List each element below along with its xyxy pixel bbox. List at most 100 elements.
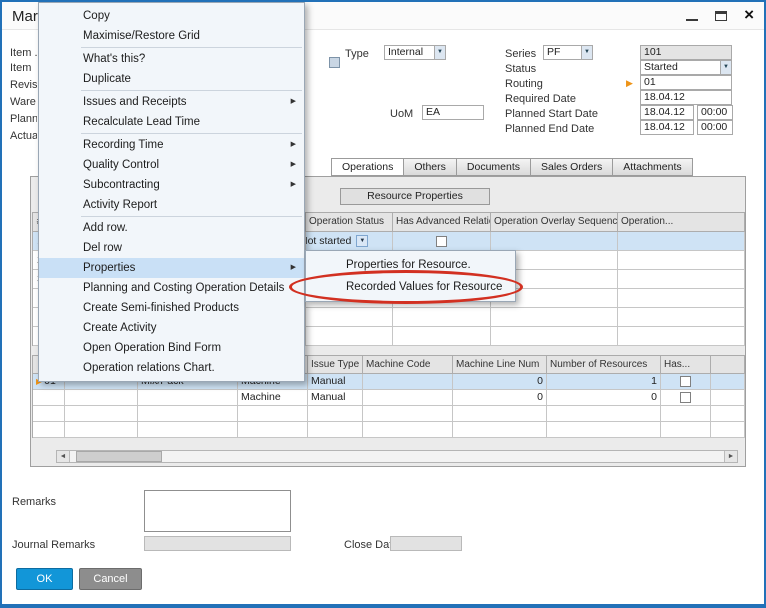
cell xyxy=(238,406,308,422)
cell xyxy=(65,406,138,422)
close-icon[interactable]: × xyxy=(744,6,754,23)
operation-status-cell[interactable]: Not started ▼ xyxy=(306,232,393,251)
menu-item-create-semi-finished-products[interactable]: Create Semi-finished Products xyxy=(39,298,304,318)
type-select[interactable]: Internal ▼ xyxy=(384,45,446,60)
required-date-field[interactable]: 18.04.12 xyxy=(640,90,732,105)
menu-item-copy[interactable]: Copy xyxy=(39,6,304,26)
tab-documents[interactable]: Documents xyxy=(456,158,531,176)
cell xyxy=(308,406,363,422)
document-number-field[interactable]: 101 xyxy=(640,45,732,60)
horizontal-scrollbar[interactable]: ◄ ► xyxy=(56,450,738,463)
menu-item-recording-time[interactable]: Recording Time ▶ xyxy=(39,135,304,155)
resources-empty-row[interactable] xyxy=(33,406,745,422)
menu-item-activity-report[interactable]: Activity Report xyxy=(39,195,304,215)
menu-item-operation-relations-chart[interactable]: Operation relations Chart. xyxy=(39,358,304,378)
cancel-button[interactable]: Cancel xyxy=(79,568,142,590)
menu-item-del-row[interactable]: Del row xyxy=(39,238,304,258)
series-value: PF xyxy=(547,46,561,58)
properties-submenu: Properties for Resource. Recorded Values… xyxy=(305,250,516,302)
menu-item-duplicate[interactable]: Duplicate xyxy=(39,69,304,89)
submenu-item-recorded-values-for-resource[interactable]: Recorded Values for Resource xyxy=(306,276,515,298)
menu-item-quality-control[interactable]: Quality Control ▶ xyxy=(39,155,304,175)
menu-item-issues-and-receipts[interactable]: Issues and Receipts ▶ xyxy=(39,92,304,112)
number-of-resources-cell: 1 xyxy=(547,374,661,390)
menu-item-add-row[interactable]: Add row. xyxy=(39,218,304,238)
menu-item-whats-this[interactable]: What's this? xyxy=(39,49,304,69)
window-controls: × xyxy=(686,6,754,23)
menu-item-maximise-restore-grid[interactable]: Maximise/Restore Grid xyxy=(39,26,304,46)
revision-label: Revis xyxy=(10,79,37,91)
required-date-label: Required Date xyxy=(505,93,576,105)
status-select[interactable]: Started ▼ xyxy=(640,60,732,75)
planned-end-label: Planned End Date xyxy=(505,123,595,135)
cell xyxy=(491,308,618,327)
planned-end-date-field[interactable]: 18.04.12 xyxy=(640,120,694,135)
menu-separator xyxy=(81,90,302,91)
cell xyxy=(711,390,745,406)
subtab-resource-properties[interactable]: Resource Properties xyxy=(340,188,490,205)
planned-end-time-field[interactable]: 00:00 xyxy=(697,120,733,135)
uom-label: UoM xyxy=(390,108,414,120)
tab-operations[interactable]: Operations xyxy=(331,158,405,176)
ok-button[interactable]: OK xyxy=(16,568,73,590)
cell xyxy=(33,390,65,406)
uom-field[interactable]: EA xyxy=(422,105,484,120)
journal-remarks-field xyxy=(144,536,291,551)
col-header-operation-status: Operation Status xyxy=(306,213,393,232)
remarks-input[interactable] xyxy=(144,490,291,532)
col-header-has-advanced-relation: Has Advanced Relation xyxy=(393,213,491,232)
cell xyxy=(491,232,618,251)
menu-separator xyxy=(81,133,302,134)
scroll-right-icon[interactable]: ► xyxy=(724,451,737,462)
cell xyxy=(618,232,745,251)
menu-item-create-activity[interactable]: Create Activity xyxy=(39,318,304,338)
tab-sales-orders[interactable]: Sales Orders xyxy=(531,158,614,176)
series-select[interactable]: PF ▼ xyxy=(543,45,593,60)
cell xyxy=(306,327,393,346)
cell xyxy=(238,422,308,438)
resources-empty-row[interactable] xyxy=(33,422,745,438)
resources-row-2[interactable]: Machine Manual 0 0 xyxy=(33,390,745,406)
machine-line-num-cell: 0 xyxy=(453,390,547,406)
checkbox[interactable] xyxy=(680,391,691,403)
minimize-icon[interactable] xyxy=(686,18,699,21)
menu-item-subcontracting[interactable]: Subcontracting ▶ xyxy=(39,175,304,195)
menu-item-planning-and-costing-operation-details[interactable]: Planning and Costing Operation Details xyxy=(39,278,304,298)
menu-item-open-operation-bind-form[interactable]: Open Operation Bind Form xyxy=(39,338,304,358)
chevron-down-icon[interactable]: ▼ xyxy=(434,46,445,59)
scroll-left-icon[interactable]: ◄ xyxy=(57,451,70,462)
planned-start-time-field[interactable]: 00:00 xyxy=(697,105,733,120)
production-order-window: Mar × Item . Item Revis Ware Plann Actua… xyxy=(0,0,766,608)
checkbox[interactable] xyxy=(436,235,447,247)
cell xyxy=(306,308,393,327)
menu-item-properties[interactable]: Properties ▶ xyxy=(39,258,304,278)
context-menu: Copy Maximise/Restore Grid What's this? … xyxy=(38,2,305,382)
submenu-arrow-icon: ▶ xyxy=(290,181,296,188)
submenu-item-properties-for-resource[interactable]: Properties for Resource. xyxy=(306,254,515,276)
chevron-down-icon[interactable]: ▼ xyxy=(581,46,592,59)
menu-item-recalculate-lead-time[interactable]: Recalculate Lead Time xyxy=(39,112,304,132)
tab-attachments[interactable]: Attachments xyxy=(613,158,693,176)
col-header-operation-overlay-sequence: Operation Overlay Sequence xyxy=(491,213,618,232)
issue-type-cell: Manual xyxy=(308,374,363,390)
dropdown-button[interactable]: ▼ xyxy=(356,235,369,248)
maximize-icon[interactable] xyxy=(715,11,728,21)
actual-label: Actua xyxy=(10,130,37,142)
machine-code-cell xyxy=(363,390,453,406)
has-advanced-relation-cell xyxy=(393,232,491,251)
detail-icon[interactable] xyxy=(329,57,340,68)
scrollbar-thumb[interactable] xyxy=(76,451,162,462)
number-of-resources-cell: 0 xyxy=(547,390,661,406)
planned-start-date-field[interactable]: 18.04.12 xyxy=(640,105,694,120)
type-label: Type xyxy=(345,48,369,60)
issue-type-cell: Manual xyxy=(308,390,363,406)
tab-others[interactable]: Others xyxy=(404,158,457,176)
cell xyxy=(453,406,547,422)
link-arrow-icon[interactable]: ▶ xyxy=(626,78,633,89)
cell xyxy=(547,422,661,438)
chevron-down-icon[interactable]: ▼ xyxy=(720,61,731,74)
machine-code-cell xyxy=(363,374,453,390)
cell xyxy=(138,422,238,438)
checkbox[interactable] xyxy=(680,375,691,387)
routing-field[interactable]: 01 xyxy=(640,75,732,90)
